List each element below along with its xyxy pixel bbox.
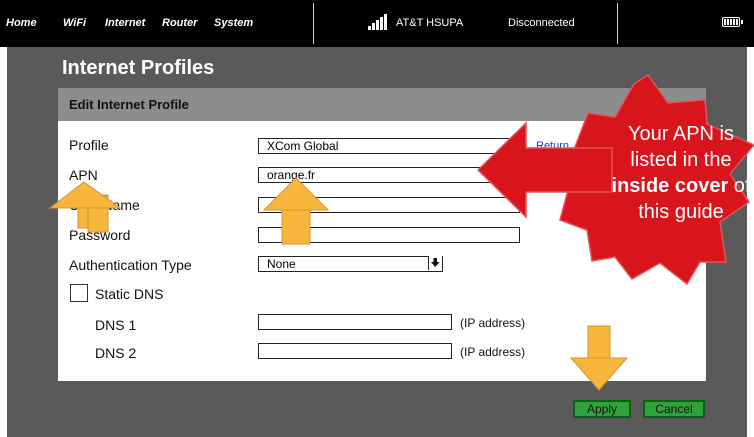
callout-line: inside cover of [608,173,754,199]
callout-text: Your APN is listed in the inside cover o… [608,121,754,225]
callout-line: listed in the [630,149,732,171]
screenshot-stage: Home WiFi Internet Router System AT&T HS… [0,0,754,437]
callout-line: Your APN is [628,123,734,145]
arrow-up-icon-head [48,181,122,209]
arrow-up-icon-head [262,177,330,211]
arrow-down-icon [587,325,611,361]
callout-bold: inside cover [611,175,729,197]
callout-line-rest: of [728,175,751,197]
arrow-down-icon-head [569,357,629,391]
callout-line: this guide [638,201,724,223]
arrow-up-icon [281,207,311,245]
